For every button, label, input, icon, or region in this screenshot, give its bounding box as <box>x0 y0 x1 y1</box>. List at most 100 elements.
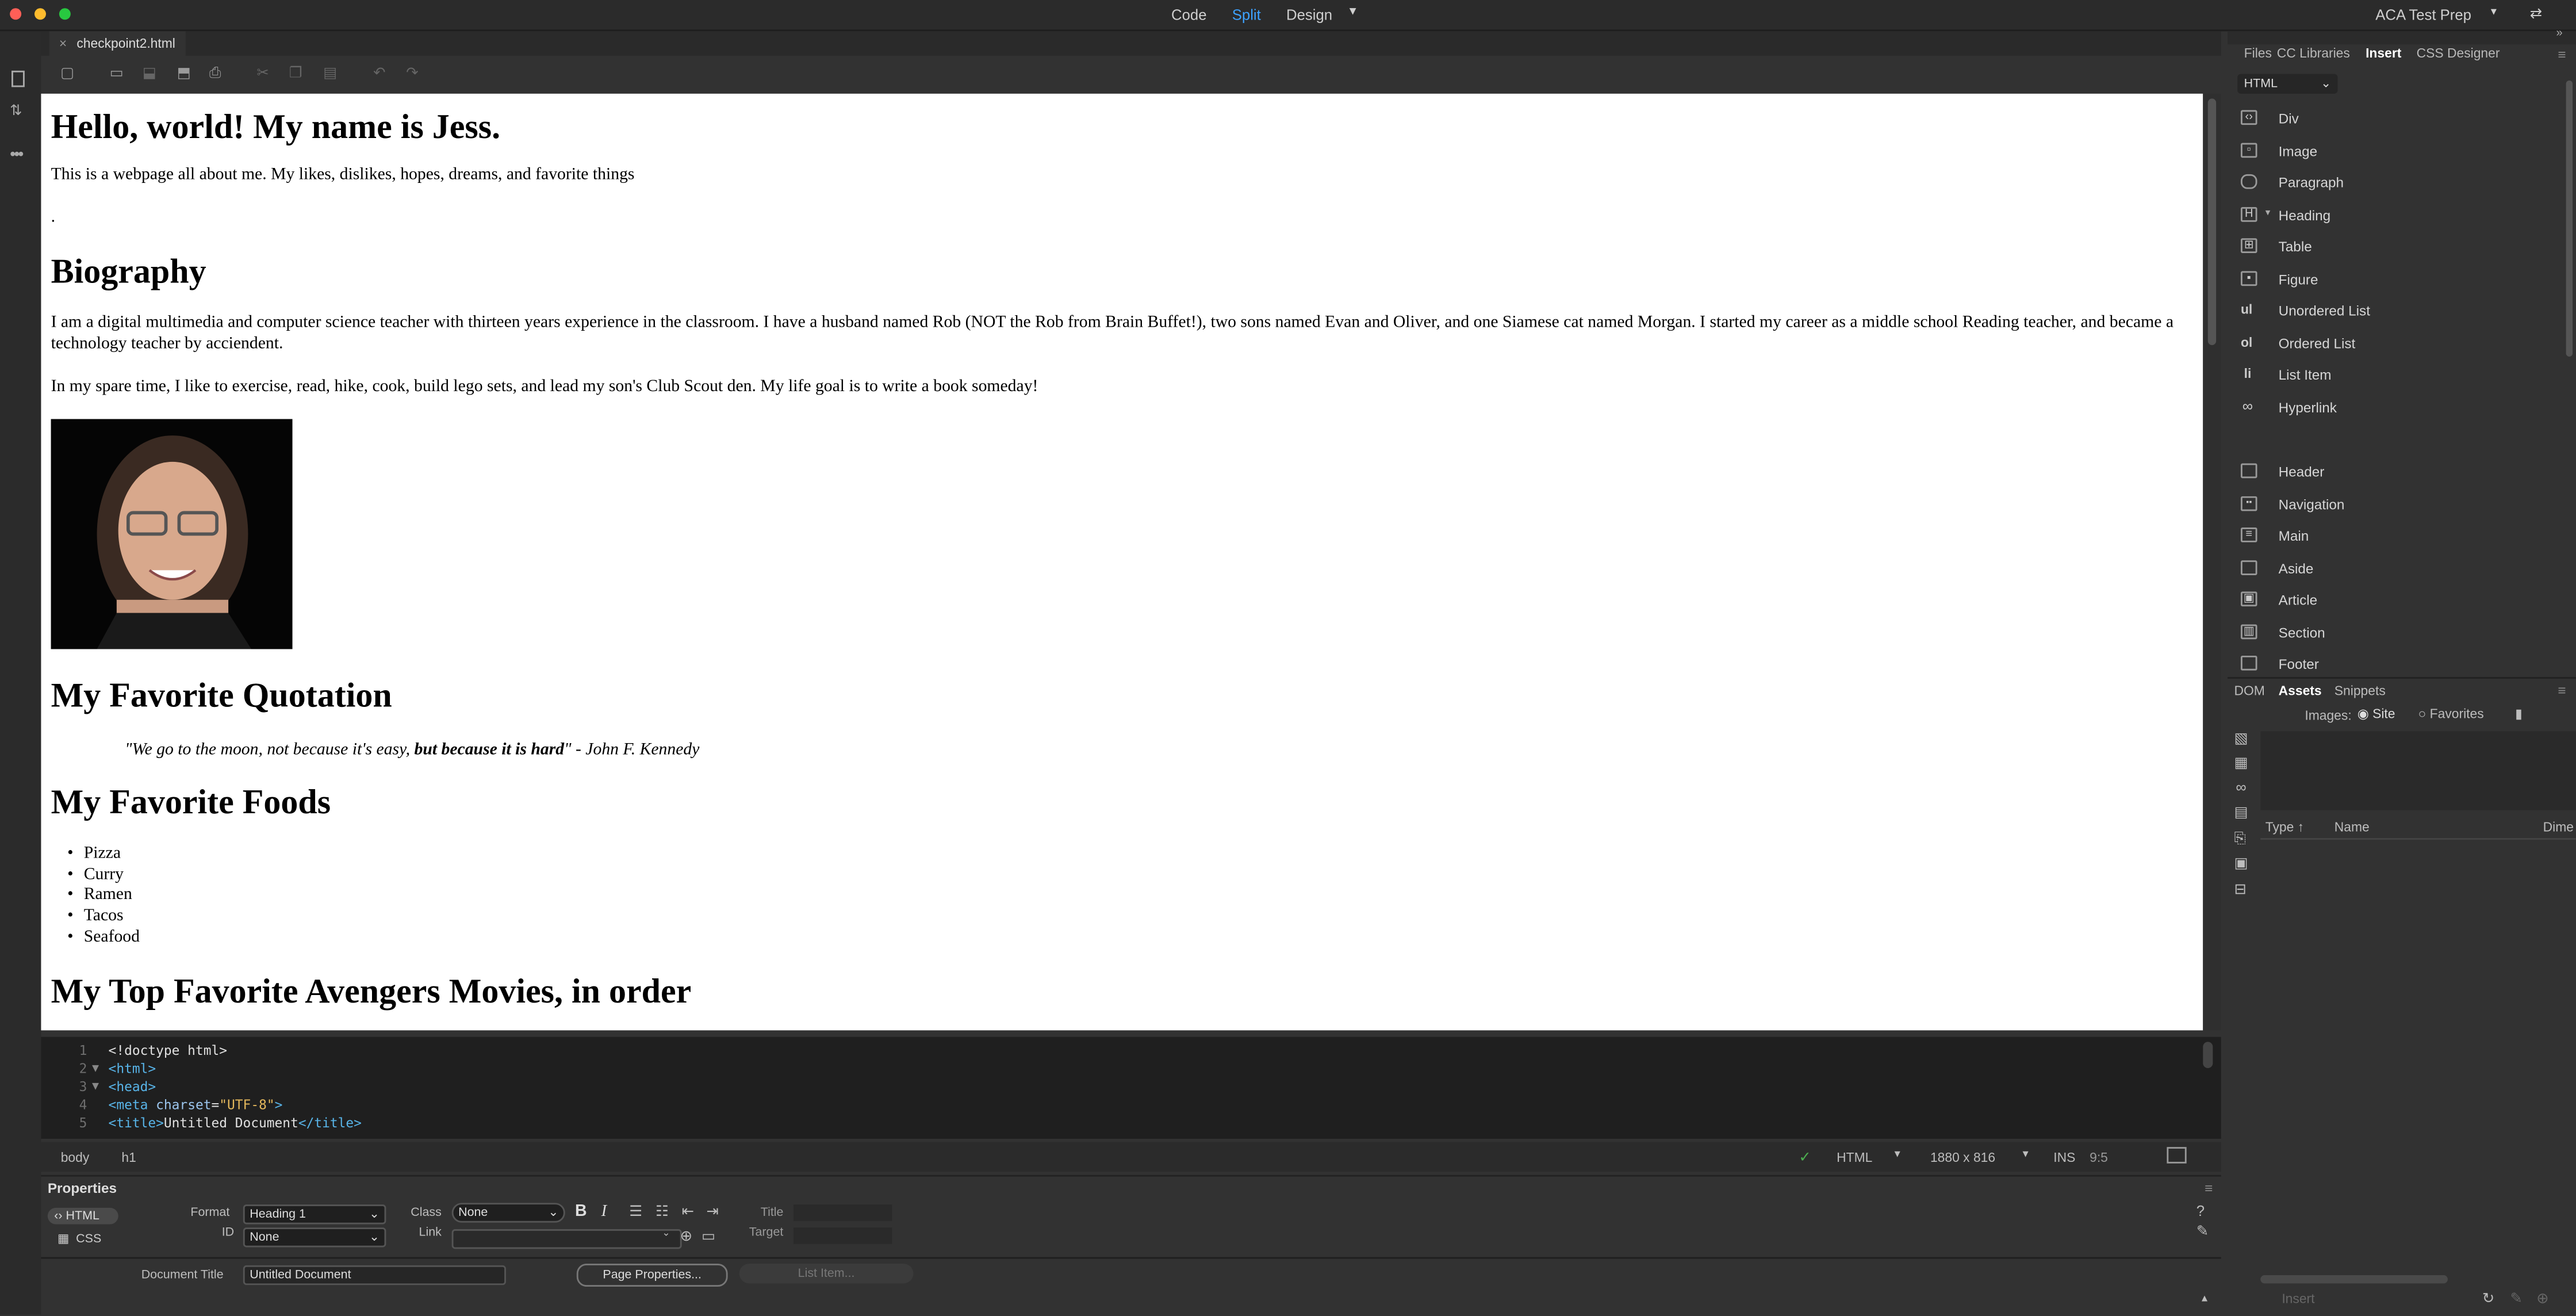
expand-arrow-icon[interactable]: ▾ <box>2266 207 2271 219</box>
add-favorite-icon[interactable]: ⊕ <box>2536 1290 2549 1308</box>
minimize-window-button[interactable] <box>34 8 46 20</box>
close-tab-icon[interactable]: × <box>59 36 67 51</box>
outdent-icon[interactable]: ⇤ <box>682 1203 695 1221</box>
workspace-switcher[interactable]: ACA Test Prep <box>2375 6 2471 23</box>
code-scrollbar-thumb[interactable] <box>2203 1042 2213 1069</box>
collapse-icon[interactable]: ▲ <box>2200 1295 2210 1304</box>
point-to-file-icon[interactable]: ⊕ <box>680 1227 693 1245</box>
design-view-button[interactable]: Design <box>1286 6 1332 23</box>
id-select[interactable]: None ⌄ <box>243 1227 386 1248</box>
file-transfer-icon[interactable]: ⇅ <box>10 102 22 120</box>
insert-item-header[interactable]: Header <box>2279 464 2325 480</box>
indent-icon[interactable]: ⇥ <box>707 1203 719 1221</box>
undo-icon[interactable]: ↶ <box>371 64 388 81</box>
col-dimensions-header[interactable]: Dime <box>2543 820 2574 835</box>
insert-item-div[interactable]: Div <box>2279 110 2299 127</box>
insert-category-select[interactable]: HTML ⌄ <box>2237 74 2338 94</box>
design-view[interactable]: Hello, world! My name is Jess. This is a… <box>41 93 2203 1031</box>
design-scrollbar[interactable] <box>2203 93 2221 1031</box>
ordered-list-icon[interactable]: ☷ <box>656 1203 669 1221</box>
insert-item-footer[interactable]: Footer <box>2279 656 2319 672</box>
refresh-icon[interactable]: ↻ <box>2482 1290 2495 1308</box>
doc-title-input[interactable]: Untitled Document <box>243 1265 506 1286</box>
tag-selector-h1[interactable]: h1 <box>121 1150 136 1165</box>
scripts-category-icon[interactable]: ⎘ <box>2234 830 2247 848</box>
insert-item-section[interactable]: Section <box>2279 625 2325 641</box>
fold-toggle-icon[interactable]: ▼ <box>92 1080 99 1093</box>
insert-item-article[interactable]: Article <box>2279 592 2317 609</box>
templates-category-icon[interactable]: ▣ <box>2234 855 2248 873</box>
chevron-down-icon[interactable]: ▼ <box>2021 1150 2030 1160</box>
format-select[interactable]: Heading 1 ⌄ <box>243 1204 386 1225</box>
code-line[interactable]: <meta charset="UTF-8"> <box>109 1097 283 1112</box>
window-size-select[interactable]: 1880 x 816 <box>1930 1150 1995 1165</box>
urls-category-icon[interactable]: ∞ <box>2236 779 2246 795</box>
preview-icon[interactable] <box>2167 1147 2187 1164</box>
bookmark-icon[interactable]: ▮ <box>2515 707 2523 722</box>
intro-paragraph[interactable]: This is a webpage all about me. My likes… <box>51 166 635 184</box>
tab-cc-libraries[interactable]: CC Libraries <box>2277 46 2350 61</box>
quotation-block[interactable]: "We go to the moon, not because it's eas… <box>125 741 699 759</box>
insert-item-unordered-list[interactable]: Unordered List <box>2279 303 2370 319</box>
html-mode-button[interactable]: ‹› HTML <box>47 1207 118 1225</box>
collapse-panel-icon[interactable]: » <box>2556 28 2562 40</box>
insert-item-figure[interactable]: Figure <box>2279 271 2318 288</box>
save-all-icon[interactable]: ⬒ <box>176 64 193 81</box>
colors-category-icon[interactable]: ▦ <box>2234 754 2248 772</box>
save-icon[interactable]: ⬓ <box>141 64 158 81</box>
code-line[interactable]: <html> <box>109 1062 156 1077</box>
link-input[interactable] <box>451 1229 682 1249</box>
library-category-icon[interactable]: ⊟ <box>2234 881 2247 898</box>
media-category-icon[interactable]: ▤ <box>2234 804 2248 821</box>
redo-icon[interactable]: ↷ <box>404 64 421 81</box>
col-type-header[interactable]: Type ↑ <box>2266 820 2304 835</box>
heading-movies[interactable]: My Top Favorite Avengers Movies, in orde… <box>51 971 692 1012</box>
tab-files[interactable]: Files <box>2244 46 2272 61</box>
chevron-down-icon[interactable]: ▼ <box>1892 1150 1902 1160</box>
unordered-list-icon[interactable]: ☰ <box>629 1203 642 1221</box>
dot-paragraph[interactable]: . <box>51 209 55 227</box>
heading-biography[interactable]: Biography <box>51 251 206 292</box>
insert-item-hyperlink[interactable]: Hyperlink <box>2279 399 2337 416</box>
images-category-icon[interactable]: ▧ <box>2234 730 2248 748</box>
panel-menu-icon[interactable]: ≡ <box>2558 682 2566 699</box>
insert-item-aside[interactable]: Aside <box>2279 560 2314 577</box>
chevron-down-icon[interactable]: ⌄ <box>662 1227 670 1239</box>
insert-scrollbar[interactable] <box>2566 80 2573 357</box>
new-file-icon[interactable]: ▢ <box>59 64 76 81</box>
italic-button[interactable]: I <box>601 1203 607 1221</box>
chevron-down-icon[interactable]: ▼ <box>1347 6 1359 18</box>
print-icon[interactable]: ⎙ <box>207 64 224 81</box>
col-name-header[interactable]: Name <box>2334 820 2370 835</box>
tag-selector-body[interactable]: body <box>61 1150 90 1165</box>
open-folder-icon[interactable]: ▭ <box>109 64 125 81</box>
insert-item-main[interactable]: Main <box>2279 527 2309 544</box>
code-line[interactable]: <head> <box>109 1080 156 1095</box>
panel-menu-icon[interactable]: ≡ <box>2205 1180 2213 1196</box>
insert-asset-button[interactable]: Insert <box>2264 1290 2333 1308</box>
favorites-radio[interactable]: ○ Favorites <box>2418 707 2484 722</box>
foods-list[interactable]: Pizza Curry Ramen Tacos Seafood <box>51 844 140 948</box>
bio-paragraph-2[interactable]: In my spare time, I like to exercise, re… <box>51 378 1038 396</box>
profile-photo[interactable] <box>51 419 293 649</box>
tab-css-designer[interactable]: CSS Designer <box>2417 46 2500 61</box>
sync-settings-icon[interactable]: ⇄ <box>2530 5 2543 23</box>
quick-edit-icon[interactable]: ✎ <box>2196 1223 2209 1241</box>
scrollbar-thumb[interactable] <box>2207 98 2217 345</box>
code-view[interactable]: 1 2 3 4 5 ▼ ▼ <!doctype html> <html> <he… <box>41 1036 2221 1139</box>
site-radio[interactable]: ◉ Site <box>2358 707 2395 722</box>
insert-item-heading[interactable]: Heading <box>2279 207 2330 224</box>
tab-dom[interactable]: DOM <box>2234 684 2265 699</box>
help-icon[interactable]: ? <box>2196 1203 2205 1219</box>
heading-quotation[interactable]: My Favorite Quotation <box>51 675 392 716</box>
browse-folder-icon[interactable]: ▭ <box>702 1227 715 1245</box>
bold-button[interactable]: B <box>575 1203 587 1221</box>
heading-foods[interactable]: My Favorite Foods <box>51 782 331 823</box>
page-properties-button[interactable]: Page Properties... <box>576 1264 728 1287</box>
insert-item-paragraph[interactable]: Paragraph <box>2279 174 2344 191</box>
fold-toggle-icon[interactable]: ▼ <box>92 1062 99 1075</box>
paste-icon[interactable]: ▤ <box>322 64 339 81</box>
edit-asset-icon[interactable]: ✎ <box>2510 1290 2523 1308</box>
chevron-down-icon[interactable]: ▼ <box>2489 8 2498 18</box>
bio-paragraph-1[interactable]: I am a digital multimedia and computer s… <box>51 314 2187 356</box>
